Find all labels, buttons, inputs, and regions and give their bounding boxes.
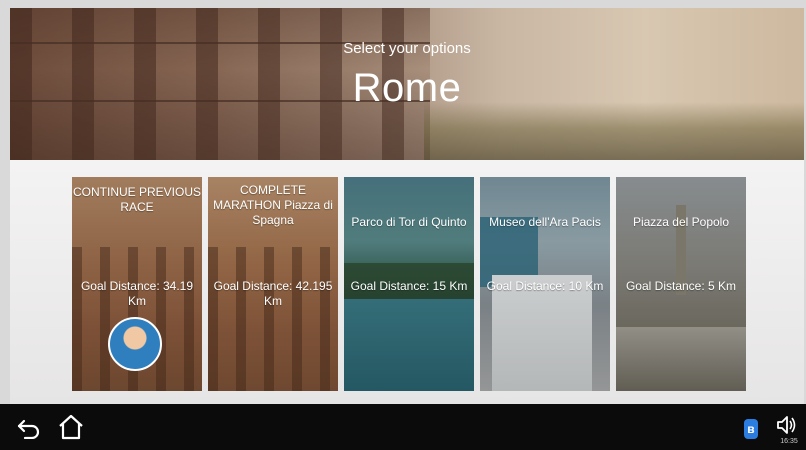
speaker-icon[interactable] xyxy=(776,414,798,436)
page-subtitle: Select your options xyxy=(343,40,471,57)
route-card-museo[interactable]: Museo dell'Ara Pacis Goal Distance: 10 K… xyxy=(480,177,610,391)
route-card-distance: Goal Distance: 15 Km xyxy=(350,279,468,293)
route-card-title: Piazza del Popolo xyxy=(632,215,730,229)
route-card-title: CONTINUE PREVIOUS RACE xyxy=(72,185,201,214)
route-card-continue[interactable]: CONTINUE PREVIOUS RACE Goal Distance: 34… xyxy=(72,177,202,391)
route-card-title: Parco di Tor di Quinto xyxy=(351,215,467,229)
device-frame: Select your options Rome CONTINUE PREVIO… xyxy=(0,0,806,450)
route-card-distance: Goal Distance: 5 Km xyxy=(625,279,737,293)
header-banner: Select your options Rome xyxy=(10,8,804,160)
route-card-marathon[interactable]: COMPLETE MARATHON Piazza di Spagna Goal … xyxy=(208,177,338,391)
home-icon[interactable] xyxy=(54,412,88,442)
route-card-title: COMPLETE MARATHON Piazza di Spagna xyxy=(213,183,333,227)
back-arrow-icon[interactable] xyxy=(14,414,44,442)
system-nav-bar: ʙ 16:35 xyxy=(0,404,806,450)
bluetooth-icon: ʙ xyxy=(744,419,758,439)
route-cards: CONTINUE PREVIOUS RACE Goal Distance: 34… xyxy=(10,160,804,404)
route-card-piazza-popolo[interactable]: Piazza del Popolo Goal Distance: 5 Km xyxy=(616,177,746,391)
route-card-title: Museo dell'Ara Pacis xyxy=(489,215,601,229)
page-title: Rome xyxy=(352,66,462,110)
status-clock: 16:35 xyxy=(780,438,798,445)
route-card-distance: Goal Distance: 34.19 Km xyxy=(80,279,194,308)
avatar xyxy=(108,317,162,371)
route-card-distance: Goal Distance: 42.195 Km xyxy=(213,279,333,308)
route-card-parco[interactable]: Parco di Tor di Quinto Goal Distance: 15… xyxy=(344,177,474,391)
app-screen: Select your options Rome CONTINUE PREVIO… xyxy=(10,8,804,404)
route-card-distance: Goal Distance: 10 Km xyxy=(486,279,604,293)
